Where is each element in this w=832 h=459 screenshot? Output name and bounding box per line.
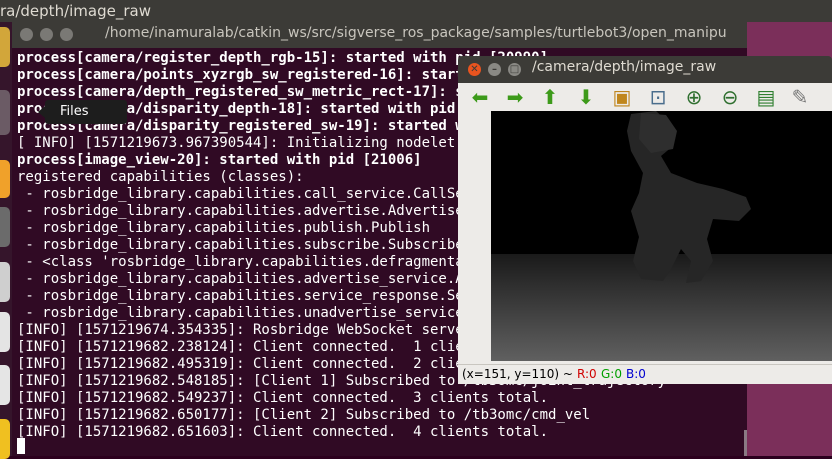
cursor-coords: (x=151, y=110) ~ xyxy=(462,367,573,381)
terminal-line: - rosbridge_library.capabilities.call_se… xyxy=(17,186,506,202)
top-title-bar: ra/depth/image_raw xyxy=(0,0,832,22)
pixel-b-value: B:0 xyxy=(626,367,646,381)
terminal-line: - rosbridge_library.capabilities.adverti… xyxy=(17,203,464,219)
tooltip-label: Files xyxy=(60,104,89,119)
toolbar-button[interactable]: ▤ xyxy=(754,86,778,108)
launcher-item-firefox[interactable] xyxy=(0,160,10,198)
launcher-item-8[interactable] xyxy=(0,419,10,459)
forward-arrow-icon: ➡ xyxy=(506,85,524,109)
toolbar-button[interactable]: ➡ xyxy=(503,86,527,108)
terminal-line: [INFO] [1571219682.650177]: [Client 2] S… xyxy=(17,407,591,423)
zoom-out-icon: ⊖ xyxy=(721,85,739,109)
terminal-line: - rosbridge_library.capabilities.publish… xyxy=(17,220,431,236)
terminal-minimize-button[interactable] xyxy=(40,28,53,41)
back-arrow-icon: ⬅ xyxy=(471,85,489,109)
save-icon: ▤ xyxy=(756,85,776,109)
launcher-item-1[interactable] xyxy=(0,27,10,67)
minimize-icon: – xyxy=(492,64,497,75)
launcher-item-5[interactable] xyxy=(0,262,10,302)
image-view-maximize-button[interactable]: □ xyxy=(508,63,521,76)
toolbar-button[interactable]: ⬅ xyxy=(468,86,492,108)
launcher-tooltip: Files xyxy=(45,100,127,124)
launcher-item-4[interactable] xyxy=(0,207,10,247)
up-arrow-icon: ⬆ xyxy=(541,85,559,109)
toolbar-button[interactable]: ▣ xyxy=(610,86,634,108)
launcher-item-7[interactable] xyxy=(0,365,10,405)
zoom-fit-icon: ⊡ xyxy=(649,85,667,109)
terminal-title: /home/inamuralab/catkin_ws/src/sigverse_… xyxy=(105,25,727,41)
terminal-line: registered capabilities (classes): xyxy=(17,169,304,185)
pixel-r-value: R:0 xyxy=(577,367,597,381)
terminal-line: - rosbridge_library.capabilities.subscri… xyxy=(17,237,464,253)
image-view-close-button[interactable]: ✕ xyxy=(468,63,481,76)
image-view-title: /camera/depth/image_raw xyxy=(532,59,717,75)
maximize-icon: □ xyxy=(509,64,520,75)
toolbar-button[interactable]: ⊕ xyxy=(682,86,706,108)
zoom-in-icon: ⊕ xyxy=(685,85,703,109)
toolbar-button[interactable]: ⬆ xyxy=(538,86,562,108)
terminal-line: [INFO] [1571219682.549237]: Client conne… xyxy=(17,390,549,406)
terminal-close-button[interactable] xyxy=(20,28,33,41)
toolbar-button[interactable]: ⊡ xyxy=(646,86,670,108)
terminal-line: process[image_view-20]: started with pid… xyxy=(17,152,422,168)
launcher-item-files[interactable] xyxy=(0,90,10,135)
image-view-toolbar: ⬅ ➡ ⬆ ⬇ ▣ ⊡ ⊕ ⊖ ▤ ✎ xyxy=(458,83,832,111)
image-view-minimize-button[interactable]: – xyxy=(488,63,501,76)
launcher-item-6[interactable] xyxy=(0,312,10,352)
top-title-text: ra/depth/image_raw xyxy=(0,2,151,20)
toolbar-button[interactable]: ✎ xyxy=(788,86,812,108)
depth-image-svg xyxy=(491,111,832,361)
toolbar-button[interactable]: ⊖ xyxy=(718,86,742,108)
tooltip-arrow xyxy=(38,106,45,118)
close-icon: ✕ xyxy=(470,64,479,75)
terminal-maximize-button[interactable] xyxy=(60,28,73,41)
image-view-status-bar: (x=151, y=110) ~ R:0 G:0 B:0 xyxy=(458,364,832,384)
depth-image[interactable] xyxy=(491,111,832,361)
image-icon: ▣ xyxy=(612,85,632,109)
terminal-line: [INFO] [1571219682.651603]: Client conne… xyxy=(17,424,549,440)
terminal-header: /home/inamuralab/catkin_ws/src/sigverse_… xyxy=(12,22,747,48)
brush-icon: ✎ xyxy=(791,85,809,109)
terminal-cursor xyxy=(17,438,25,454)
toolbar-button[interactable]: ⬇ xyxy=(574,86,598,108)
pixel-g-value: G:0 xyxy=(601,367,622,381)
launcher xyxy=(0,22,12,459)
image-view-titlebar: ✕ – □ /camera/depth/image_raw xyxy=(458,56,832,83)
down-arrow-icon: ⬇ xyxy=(577,85,595,109)
